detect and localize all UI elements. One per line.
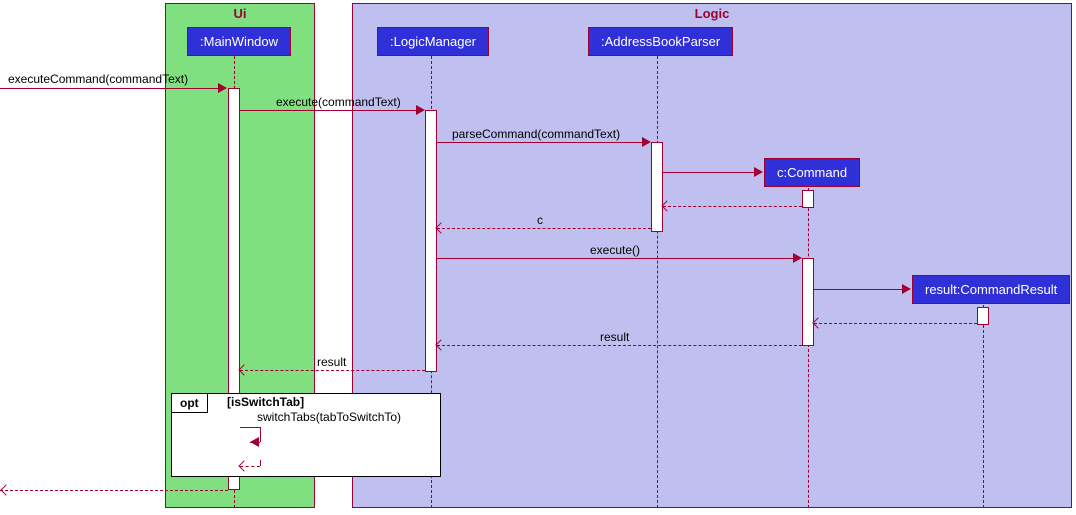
msg-create-command — [663, 172, 761, 173]
activation-command-1 — [802, 190, 814, 208]
msg-switch-tabs-label: switchTabs(tabToSwitchTo) — [257, 410, 401, 424]
return-switch-tabs-vert — [260, 460, 261, 466]
return-result-2-label: result — [317, 355, 346, 369]
package-logic-label: Logic — [695, 6, 730, 21]
arrow-icon — [416, 105, 425, 115]
return-c-label: c — [537, 213, 543, 227]
package-ui-label: Ui — [234, 6, 247, 21]
msg-execute-label: execute(commandText) — [276, 95, 401, 109]
arrow-icon — [754, 167, 763, 177]
participant-command: c:Command — [764, 158, 860, 187]
arrow-icon — [642, 137, 651, 147]
msg-switch-tabs-vert — [260, 427, 261, 442]
msg-execute-command-label: executeCommand(commandText) — [8, 72, 188, 86]
lifeline-address-book-parser — [657, 56, 658, 508]
msg-execute-cmd-label: execute() — [590, 243, 640, 257]
msg-execute-command — [0, 88, 226, 89]
participant-address-book-parser: :AddressBookParser — [588, 27, 733, 56]
return-result-1-label: result — [600, 330, 629, 344]
activation-command-result — [977, 307, 989, 325]
msg-execute — [240, 110, 423, 111]
activation-command-2 — [802, 258, 814, 346]
arrow-icon — [793, 253, 802, 263]
activation-logic-manager — [425, 110, 437, 372]
arrow-icon — [0, 484, 11, 495]
return-to-caller — [0, 490, 228, 491]
opt-fragment-label: opt — [172, 394, 208, 413]
msg-execute-cmd — [437, 258, 800, 259]
return-result-to-command — [814, 323, 977, 324]
package-logic: Logic — [352, 3, 1072, 508]
arrow-icon — [218, 83, 227, 93]
return-command-to-parser — [663, 206, 802, 207]
lifeline-command — [808, 188, 809, 508]
arrow-icon — [902, 284, 911, 294]
return-c — [437, 228, 651, 229]
msg-create-result — [814, 289, 909, 290]
participant-main-window: :MainWindow — [187, 27, 291, 56]
participant-command-result: result:CommandResult — [912, 275, 1070, 304]
opt-fragment: opt [isSwitchTab] — [171, 393, 441, 477]
sequence-diagram: Ui Logic :MainWindow :LogicManager :Addr… — [0, 0, 1076, 515]
participant-logic-manager: :LogicManager — [377, 27, 489, 56]
msg-switch-tabs — [240, 427, 260, 428]
msg-parse-command — [437, 142, 649, 143]
opt-fragment-guard: [isSwitchTab] — [227, 395, 304, 409]
return-result-1 — [437, 345, 802, 346]
activation-address-book-parser — [651, 142, 663, 232]
return-result-2 — [240, 370, 425, 371]
lifeline-command-result — [983, 305, 984, 508]
msg-parse-command-label: parseCommand(commandText) — [452, 127, 620, 141]
arrow-icon — [250, 437, 259, 447]
